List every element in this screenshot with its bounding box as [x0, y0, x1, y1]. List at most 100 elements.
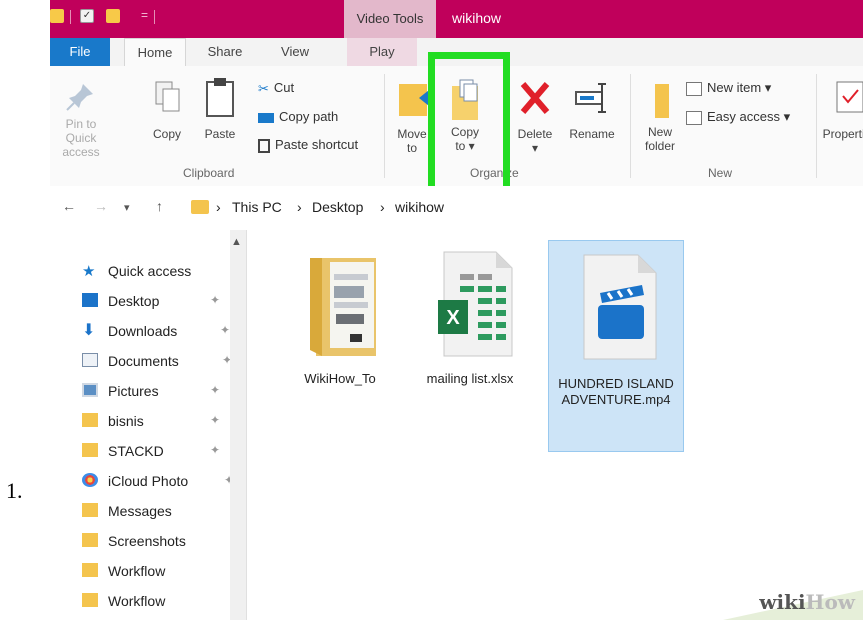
cut-label: Cut [273, 80, 295, 95]
new-folder-button[interactable]: New folder [640, 78, 680, 153]
folder-icon [82, 503, 98, 517]
file-name: HUNDRED ISLAND ADVENTURE.mp4 [558, 376, 674, 407]
delete-dropdown-icon[interactable]: ▾ [512, 141, 558, 155]
copy-icon [155, 81, 180, 112]
breadcrumb-this-pc[interactable]: This PC [232, 199, 282, 215]
sidebar-item-label: Downloads [108, 323, 178, 339]
group-separator [384, 74, 385, 178]
new-item-label: New item [707, 80, 762, 95]
svg-text:X: X [446, 307, 460, 329]
folder-icon [82, 593, 98, 607]
desktop-icon [82, 293, 98, 307]
scissors-icon: ✂ [258, 80, 269, 96]
folder-thumbnail-icon [310, 258, 376, 356]
sidebar-item-label: Quick access [108, 263, 192, 279]
breadcrumb-wikihow[interactable]: wikihow [395, 199, 444, 215]
window-title: wikihow [452, 10, 502, 26]
pin-to-quick-access-button[interactable]: Pin to Quick access [50, 80, 112, 159]
tab-home[interactable]: Home [124, 38, 186, 66]
copy-path-icon [258, 112, 274, 123]
paste-shortcut-button[interactable]: Paste shortcut [258, 137, 358, 153]
pictures-icon [82, 383, 98, 397]
pin-icon [66, 84, 93, 111]
properties-icon [836, 81, 863, 113]
file-item-video-selected[interactable]: HUNDRED ISLAND ADVENTURE.mp4 [548, 240, 684, 452]
easy-access-icon [686, 110, 702, 125]
properties-check-icon[interactable]: ✓ [80, 9, 94, 23]
recent-locations-chevron-icon[interactable]: ▾ [124, 201, 130, 214]
download-arrow-icon: ⬇ [82, 322, 96, 339]
tab-share[interactable]: Share [196, 38, 254, 66]
icloud-photos-icon [82, 473, 98, 487]
copy-path-button[interactable]: Copy path [258, 109, 338, 124]
move-to-button[interactable]: Move to [394, 78, 430, 155]
breadcrumb-separator: › [380, 199, 385, 215]
folder-icon [191, 200, 209, 214]
navigation-scrollbar[interactable]: ▲ [230, 230, 247, 620]
folder-icon [82, 413, 98, 427]
watermark-text: wikiHow [759, 590, 855, 614]
rename-button[interactable]: Rename [564, 78, 620, 141]
folder-icon [82, 563, 98, 577]
delete-button[interactable]: Delete ▾ [512, 78, 558, 155]
properties-button[interactable]: Properties [820, 80, 863, 141]
video-tools-context-tab[interactable]: Video Tools [344, 0, 436, 38]
rename-label: Rename [569, 127, 615, 141]
sidebar-item-label: Documents [108, 353, 179, 369]
pin-icon[interactable]: ✦ [210, 293, 220, 307]
move-folder-icon [399, 84, 429, 116]
file-item-excel[interactable]: X mailing list.xlsx [408, 244, 532, 386]
folder-icon [82, 533, 98, 547]
breadcrumb-desktop[interactable]: Desktop [312, 199, 363, 215]
file-item-folder[interactable]: WikiHow_To [278, 244, 402, 386]
folder-icon[interactable] [50, 9, 64, 23]
tab-play[interactable]: Play [347, 38, 417, 66]
cut-button[interactable]: ✂ Cut [258, 80, 294, 97]
sidebar-item-label: Messages [108, 503, 172, 519]
copy-to-highlight-box [428, 52, 510, 196]
sidebar-item-label: Screenshots [108, 533, 186, 549]
new-folder-icon[interactable] [106, 9, 120, 23]
pin-icon[interactable]: ✦ [210, 383, 220, 397]
documents-icon [82, 353, 98, 367]
title-bar: ✓ = Video Tools wikihow [50, 0, 863, 38]
clipboard-group-label: Clipboard [183, 166, 235, 180]
copy-button[interactable]: Copy [150, 80, 184, 141]
breadcrumb-separator: › [216, 199, 221, 215]
up-arrow-icon[interactable]: ↑ [156, 198, 163, 214]
pin-icon[interactable]: ✦ [210, 413, 220, 427]
group-separator [630, 74, 631, 178]
clipboard-icon [206, 78, 234, 117]
new-item-icon [686, 81, 702, 96]
copy-label: Copy [152, 127, 181, 141]
navigation-pane: ★ Quick access Desktop ✦ ⬇ Downloads ✦ D… [50, 230, 234, 620]
easy-access-button[interactable]: Easy access ▾ [686, 109, 790, 125]
main-content: ★ Quick access Desktop ✦ ⬇ Downloads ✦ D… [50, 230, 863, 620]
delete-label: Delete [517, 127, 553, 141]
excel-file-icon: X [438, 251, 513, 357]
pin-label: Pin to Quick access [62, 117, 100, 159]
star-icon: ★ [82, 263, 96, 280]
pin-icon[interactable]: ✦ [220, 323, 230, 337]
paste-shortcut-label: Paste shortcut [275, 137, 359, 152]
sidebar-item-label: Desktop [108, 293, 160, 309]
sidebar-item-label: iCloud Photo [108, 473, 189, 489]
delete-x-icon [520, 82, 550, 114]
file-name: mailing list.xlsx [426, 371, 514, 386]
copy-path-label: Copy path [279, 109, 339, 124]
wikihow-watermark: wikiHow [703, 584, 863, 620]
paste-button[interactable]: Paste [200, 76, 240, 141]
address-bar: ← → ▾ ↑ › This PC › Desktop › wikihow [50, 186, 863, 230]
back-arrow-icon[interactable]: ← [62, 198, 76, 214]
tab-file[interactable]: File [50, 38, 110, 66]
customize-quick-access-icon[interactable]: = [141, 8, 148, 22]
forward-arrow-icon[interactable]: → [94, 198, 108, 214]
tab-view[interactable]: View [265, 38, 325, 66]
sidebar-item-label: bisnis [108, 413, 144, 429]
new-group-label: New [708, 166, 733, 180]
step-number: 1. [6, 478, 23, 503]
new-item-button[interactable]: New item ▾ [686, 80, 771, 96]
scroll-up-arrow-icon[interactable]: ▲ [231, 236, 242, 248]
sidebar-item-label: STACKD [108, 443, 164, 459]
pin-icon[interactable]: ✦ [210, 443, 220, 457]
